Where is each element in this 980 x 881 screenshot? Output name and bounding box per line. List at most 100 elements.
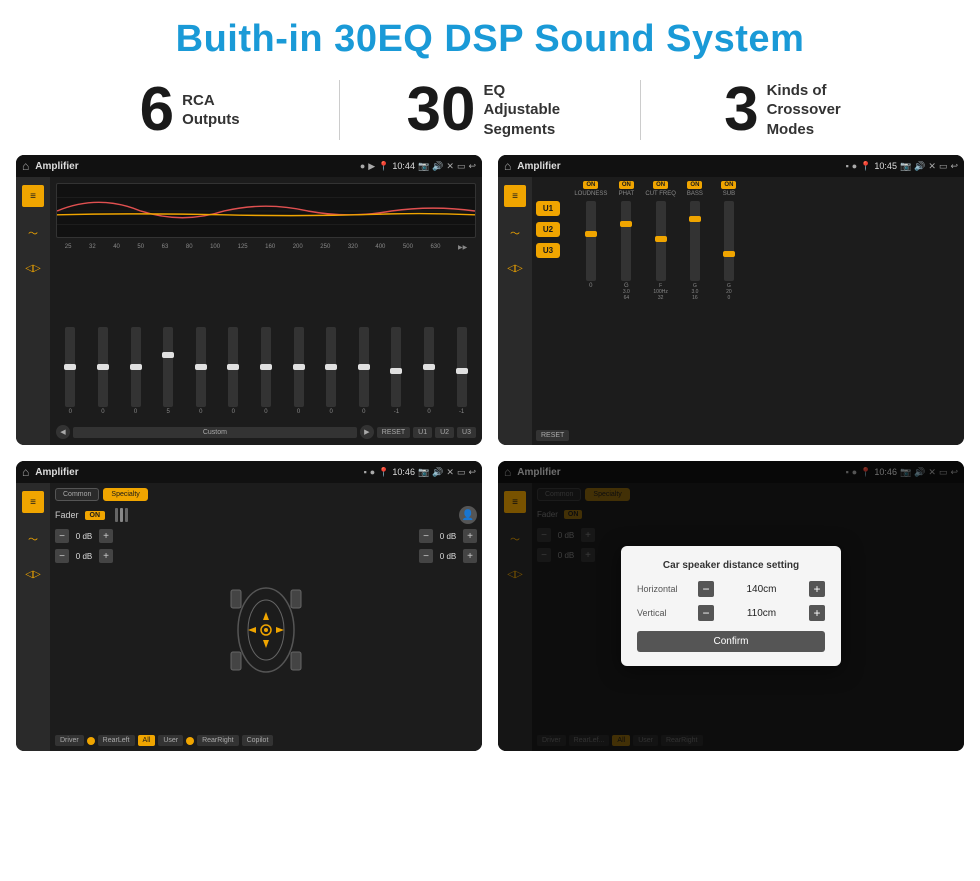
rect-icon-2: ▪ bbox=[846, 161, 849, 171]
bass-slider[interactable] bbox=[690, 201, 700, 281]
eq-sidebar-eq-icon[interactable]: ≡ bbox=[22, 185, 44, 207]
eq-sliders: 0 0 0 5 0 0 0 0 0 0 -1 0 -1 bbox=[56, 255, 476, 415]
x-icon-1: ✕ bbox=[446, 161, 454, 172]
fader-tabs: Common Specialty bbox=[55, 488, 477, 501]
back-icon-1: ↩ bbox=[468, 161, 476, 172]
status-bar-1: ⌂ Amplifier ● ▶ 📍 10:44 📷 🔊 ✕ ▭ ↩ bbox=[16, 155, 482, 177]
vertical-value: 110cm bbox=[720, 608, 803, 619]
eq-screen-content: ≡ 〜 ◁▷ bbox=[16, 177, 482, 445]
loudness-col: ON LOUDNESS 0 bbox=[574, 181, 607, 441]
stat-rca: 6 RCAOutputs bbox=[60, 79, 319, 141]
tab-specialty[interactable]: Specialty bbox=[103, 488, 147, 501]
crossover-sidebar-eq-icon[interactable]: ≡ bbox=[504, 185, 526, 207]
fader-sidebar-eq-icon[interactable]: ≡ bbox=[22, 491, 44, 513]
copilot-btn[interactable]: Copilot bbox=[242, 735, 274, 746]
phat-label: PHAT bbox=[619, 191, 635, 197]
crossover-sidebar-vol-icon[interactable]: ◁▷ bbox=[504, 257, 526, 279]
cam-icon-1: 📷 bbox=[418, 161, 429, 172]
db-plus-4[interactable]: + bbox=[463, 549, 477, 563]
user-btn[interactable]: User bbox=[158, 735, 183, 746]
vertical-minus-btn[interactable]: − bbox=[698, 605, 714, 621]
screen-title-1: Amplifier bbox=[35, 161, 354, 172]
phat-slider[interactable] bbox=[621, 201, 631, 281]
db-value-3: 0 dB bbox=[436, 532, 460, 541]
crossover-reset-btn[interactable]: RESET bbox=[536, 430, 569, 441]
db-row-3: − 0 dB + bbox=[419, 529, 477, 543]
confirm-button[interactable]: Confirm bbox=[637, 631, 825, 652]
eq-reset-btn[interactable]: RESET bbox=[377, 427, 410, 438]
loudness-label: LOUDNESS bbox=[574, 191, 607, 197]
fader-on-btn[interactable]: ON bbox=[85, 511, 106, 520]
u3-button[interactable]: U3 bbox=[536, 243, 560, 258]
rect2-icon-2: ▭ bbox=[939, 161, 948, 172]
rearright-btn[interactable]: RearRight bbox=[197, 735, 239, 746]
rect2-icon-3: ▭ bbox=[457, 467, 466, 478]
loudness-slider[interactable] bbox=[586, 201, 596, 281]
fader-body: − 0 dB + − 0 dB + bbox=[55, 529, 477, 730]
vertical-row: Vertical − 110cm + bbox=[637, 605, 825, 621]
fader-text: Fader bbox=[55, 510, 79, 520]
fader-sidebar-wave-icon[interactable]: 〜 bbox=[22, 527, 44, 549]
stat-crossover: 3 Kinds ofCrossover Modes bbox=[661, 79, 920, 141]
driver-btn[interactable]: Driver bbox=[55, 735, 84, 746]
eq-next-btn[interactable]: ▶ bbox=[360, 425, 374, 439]
crossover-sliders: ON LOUDNESS 0 ON PHAT bbox=[574, 181, 960, 441]
all-btn[interactable]: All bbox=[138, 735, 156, 746]
fader-sidebar-vol-icon[interactable]: ◁▷ bbox=[22, 563, 44, 585]
status-icons-2: ▪ ● 📍 10:45 📷 🔊 ✕ ▭ ↩ bbox=[846, 161, 958, 172]
phat-col: ON PHAT G 3.0 64 bbox=[611, 181, 641, 441]
db-controls-right: − 0 dB + − 0 dB + bbox=[419, 529, 477, 730]
back-icon-3: ↩ bbox=[468, 467, 476, 478]
eq-custom-btn[interactable]: Custom bbox=[73, 427, 357, 438]
db-minus-2[interactable]: − bbox=[55, 549, 69, 563]
db-minus-4[interactable]: − bbox=[419, 549, 433, 563]
pin-icon-3: 📍 bbox=[378, 467, 389, 478]
tab-common[interactable]: Common bbox=[55, 488, 99, 501]
sub-slider[interactable] bbox=[724, 201, 734, 281]
rect-icon-1: ▭ bbox=[457, 161, 466, 172]
cutfreq-on: ON bbox=[653, 181, 668, 189]
dialog-screen-card: ⌂ Amplifier ▪ ● 📍 10:46 📷 🔊 ✕ ▭ ↩ ≡ 〜 bbox=[498, 461, 964, 751]
eq-controls: ◀ Custom ▶ RESET U1 U2 U3 bbox=[56, 425, 476, 439]
db-value-4: 0 dB bbox=[436, 552, 460, 561]
home-icon-3[interactable]: ⌂ bbox=[22, 465, 29, 479]
stat-rca-label: RCAOutputs bbox=[182, 91, 240, 130]
home-icon-1[interactable]: ⌂ bbox=[22, 159, 29, 173]
sub-col: ON SUB G 20 0 bbox=[714, 181, 744, 441]
horizontal-minus-btn[interactable]: − bbox=[698, 581, 714, 597]
cam-icon-3: 📷 bbox=[418, 467, 429, 478]
db-plus-2[interactable]: + bbox=[99, 549, 113, 563]
u2-button[interactable]: U2 bbox=[536, 222, 560, 237]
db-minus-1[interactable]: − bbox=[55, 529, 69, 543]
eq-u1-btn[interactable]: U1 bbox=[413, 427, 432, 438]
eq-graph bbox=[56, 183, 476, 238]
eq-u3-btn[interactable]: U3 bbox=[457, 427, 476, 438]
pin-icon-2: 📍 bbox=[860, 161, 871, 172]
eq-sidebar-wave-icon[interactable]: 〜 bbox=[22, 221, 44, 243]
eq-prev-btn[interactable]: ◀ bbox=[56, 425, 70, 439]
home-icon-2[interactable]: ⌂ bbox=[504, 159, 511, 173]
eq-u2-btn[interactable]: U2 bbox=[435, 427, 454, 438]
dot-icon-3: ● bbox=[370, 467, 375, 477]
profile-icon-3[interactable]: 👤 bbox=[459, 506, 477, 524]
cutfreq-slider[interactable] bbox=[656, 201, 666, 281]
db-plus-1[interactable]: + bbox=[99, 529, 113, 543]
dot-icon-2: ● bbox=[852, 161, 857, 171]
stat-crossover-number: 3 bbox=[724, 79, 758, 141]
horizontal-value: 140cm bbox=[720, 584, 803, 595]
fader-screen-card: ⌂ Amplifier ▪ ● 📍 10:46 📷 🔊 ✕ ▭ ↩ ≡ 〜 bbox=[16, 461, 482, 751]
cutfreq-label: CUT FREQ bbox=[645, 191, 676, 197]
fader-screen-content: ≡ 〜 ◁▷ Common Specialty Fader ON bbox=[16, 483, 482, 751]
crossover-sidebar: ≡ 〜 ◁▷ bbox=[498, 177, 532, 445]
db-plus-3[interactable]: + bbox=[463, 529, 477, 543]
rearleft-btn[interactable]: RearLeft bbox=[98, 735, 135, 746]
horizontal-plus-btn[interactable]: + bbox=[809, 581, 825, 597]
u1-button[interactable]: U1 bbox=[536, 201, 560, 216]
screen-title-3: Amplifier bbox=[35, 467, 357, 478]
eq-sidebar-vol-icon[interactable]: ◁▷ bbox=[22, 257, 44, 279]
db-minus-3[interactable]: − bbox=[419, 529, 433, 543]
vertical-plus-btn[interactable]: + bbox=[809, 605, 825, 621]
db-row-1: − 0 dB + bbox=[55, 529, 113, 543]
crossover-sidebar-wave-icon[interactable]: 〜 bbox=[504, 221, 526, 243]
fader-main-area: Common Specialty Fader ON 👤 bbox=[50, 483, 482, 751]
